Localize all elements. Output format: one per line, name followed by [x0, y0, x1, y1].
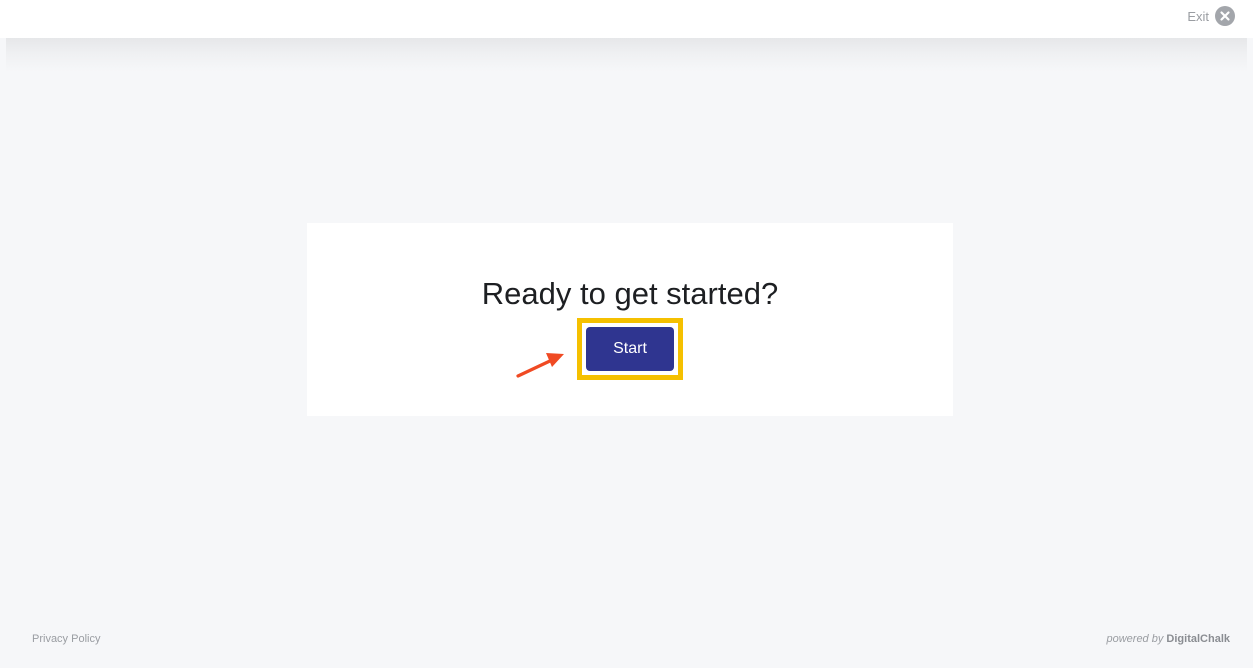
- exit-label: Exit: [1187, 8, 1209, 24]
- powered-by-prefix: powered by: [1106, 633, 1164, 645]
- page: Exit Ready to get started? Start Privacy…: [0, 0, 1253, 668]
- top-bar-shadow: [6, 38, 1247, 72]
- privacy-policy-link[interactable]: Privacy Policy: [32, 633, 100, 645]
- start-card: Ready to get started? Start: [307, 223, 953, 416]
- top-bar: Exit: [0, 0, 1253, 38]
- brand-name: DigitalChalk: [1166, 633, 1230, 645]
- close-circle-icon: [1215, 6, 1235, 26]
- page-title: Ready to get started?: [481, 276, 779, 311]
- exit-button[interactable]: Exit: [1187, 5, 1235, 27]
- powered-by: powered by DigitalChalk: [1106, 633, 1230, 645]
- start-button[interactable]: Start: [586, 327, 674, 371]
- pointer-arrow-icon: [516, 353, 564, 378]
